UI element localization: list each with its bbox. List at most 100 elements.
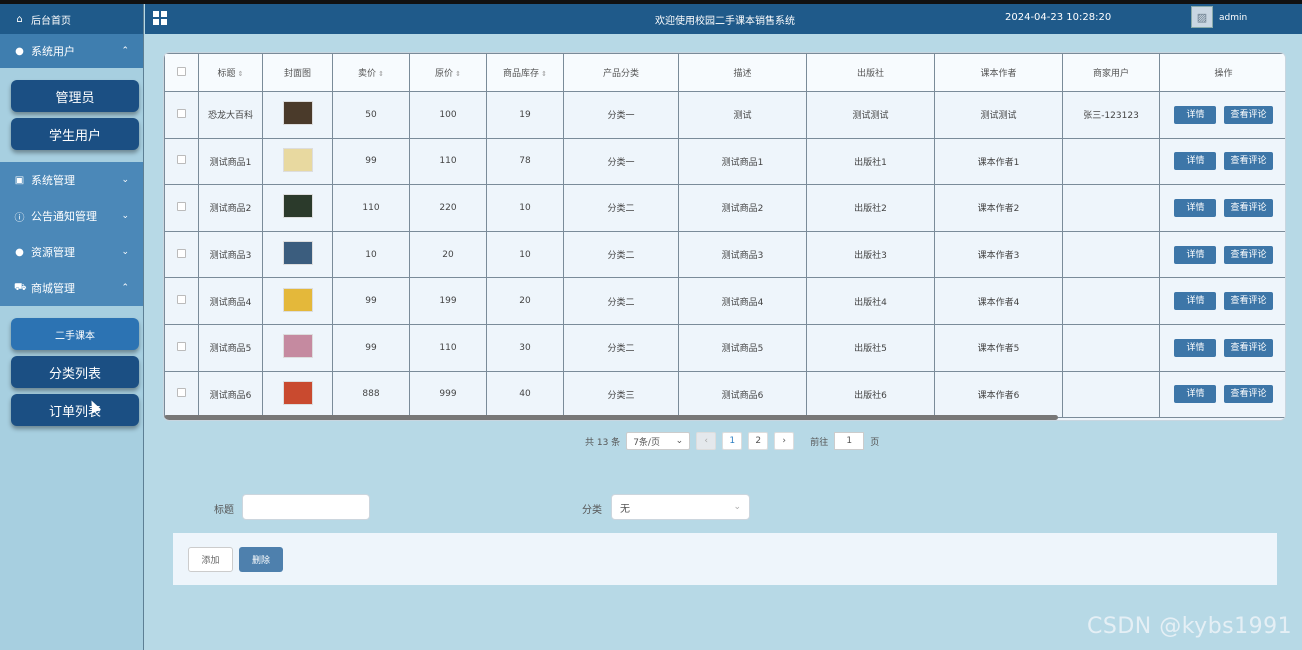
cell-cover [262, 370, 333, 419]
view-comments-button[interactable]: 查看评论 [1224, 385, 1273, 404]
horizontal-scrollbar[interactable] [164, 415, 1058, 420]
detail-button[interactable]: 详情 [1174, 292, 1217, 311]
select-all-checkbox[interactable] [164, 53, 199, 92]
avatar[interactable]: ▨ [1191, 6, 1213, 28]
cell-actions: 详情 查看评论 [1159, 277, 1285, 325]
cell-category: 分类二 [563, 230, 679, 279]
row-checkbox[interactable] [164, 91, 199, 139]
page-size-select[interactable]: 7条/页 ⌄ [626, 432, 691, 450]
top-header: 欢迎使用校园二手课本销售系统 2024-04-23 10:28:20 ▨ adm… [145, 4, 1302, 34]
sidebar-home-label: 后台首页 [31, 15, 71, 27]
table-row: 测试商品4 99 199 20 分类二 测试商品4 出版社4 课本作者4 详情 查看评论 [164, 277, 1285, 325]
cell-title: 测试商品6 [198, 370, 263, 419]
cell-stock: 10 [486, 230, 564, 279]
table-row: 恐龙大百科 50 100 19 分类一 测试 测试测试 测试测试 张三-123123 详情 查看评论 [164, 91, 1285, 139]
column-header-stock[interactable]: 商品库存 ⇕ [486, 53, 564, 92]
cell-actions: 详情 查看评论 [1159, 370, 1285, 419]
data-table: 标题 ⇕ 封面图 卖价 ⇕ 原价 ⇕ 商品库存 ⇕ 产品分类 描述 出版社 课本作者 商… [163, 52, 1286, 421]
row-checkbox[interactable] [164, 137, 199, 186]
sidebar-item-mall[interactable]: ⛟ 商城管理 ⌃ [0, 270, 143, 306]
chevron-down-icon: ⌄ [121, 211, 129, 221]
cell-category: 分类三 [563, 370, 679, 419]
cell-actions: 详情 查看评论 [1159, 91, 1285, 139]
menu-grid-icon[interactable] [153, 11, 167, 25]
pagination: 共 13 条 7条/页 ⌄ ‹ 1 2 › 前往 1 页 [585, 432, 879, 450]
table-row: 测试商品6 888 999 40 分类三 测试商品6 出版社6 课本作者6 详情 查看评论 [164, 370, 1285, 419]
sidebar-group-system-users[interactable]: ● 系统用户 ⌃ [0, 34, 143, 68]
cell-price: 50 [332, 91, 410, 139]
cell-merchant [1062, 184, 1160, 232]
view-comments-button[interactable]: 查看评论 [1224, 245, 1273, 264]
cell-original-price: 220 [409, 184, 487, 232]
cell-description: 测试商品3 [678, 230, 807, 279]
detail-button[interactable]: 详情 [1174, 385, 1217, 404]
row-checkbox[interactable] [164, 184, 199, 232]
sidebar-item-system-management[interactable]: ▣ 系统管理 ⌄ [0, 162, 143, 198]
location-icon: ● [15, 246, 24, 258]
column-header-price[interactable]: 卖价 ⇕ [332, 53, 410, 92]
cell-cover [262, 277, 333, 325]
sort-icon: ⇕ [541, 70, 547, 78]
cell-category: 分类二 [563, 184, 679, 232]
detail-button[interactable]: 详情 [1174, 152, 1217, 171]
cell-title: 测试商品5 [198, 323, 263, 372]
page-2-button[interactable]: 2 [748, 432, 769, 450]
row-checkbox[interactable] [164, 370, 199, 419]
cell-price: 888 [332, 370, 410, 419]
cell-publisher: 出版社5 [806, 323, 935, 372]
cell-stock: 10 [486, 184, 564, 232]
sidebar-submenu-mall: 二手课本 分类列表 订单列表 [0, 306, 143, 438]
cell-merchant [1062, 277, 1160, 325]
cell-actions: 详情 查看评论 [1159, 323, 1285, 372]
row-checkbox[interactable] [164, 230, 199, 279]
column-header-original-price[interactable]: 原价 ⇕ [409, 53, 487, 92]
next-page-button[interactable]: › [774, 432, 795, 450]
sort-icon: ⇕ [378, 70, 384, 78]
cell-stock: 78 [486, 137, 564, 186]
sidebar-submenu-users: 管理员 学生用户 [0, 68, 143, 162]
chevron-up-icon: ⌃ [121, 46, 129, 56]
cover-thumbnail [282, 287, 313, 312]
sidebar-item-resources[interactable]: ● 资源管理 ⌄ [0, 234, 143, 270]
column-header-author: 课本作者 [934, 53, 1063, 92]
row-checkbox[interactable] [164, 323, 199, 372]
prev-page-button[interactable]: ‹ [696, 432, 717, 450]
cell-actions: 详情 查看评论 [1159, 230, 1285, 279]
sidebar-item-orders[interactable]: 订单列表 [11, 394, 139, 426]
cell-category: 分类二 [563, 323, 679, 372]
cell-original-price: 110 [409, 137, 487, 186]
detail-button[interactable]: 详情 [1174, 198, 1217, 217]
image-icon: ▣ [14, 174, 25, 186]
delete-button[interactable]: 删除 [239, 547, 283, 572]
title-search-input[interactable] [242, 494, 370, 520]
add-button[interactable]: 添加 [188, 547, 233, 572]
sidebar-item-admin[interactable]: 管理员 [11, 80, 139, 112]
sidebar-item-label: 系统管理 [31, 174, 75, 187]
datetime: 2024-04-23 10:28:20 [1005, 12, 1112, 23]
detail-button[interactable]: 详情 [1174, 105, 1217, 124]
view-comments-button[interactable]: 查看评论 [1224, 105, 1273, 124]
view-comments-button[interactable]: 查看评论 [1224, 152, 1273, 171]
goto-page-input[interactable]: 1 [834, 432, 865, 450]
sidebar-item-notices[interactable]: ⓘ 公告通知管理 ⌄ [0, 198, 143, 234]
sidebar-item-textbooks[interactable]: 二手课本 [11, 318, 139, 350]
detail-button[interactable]: 详情 [1174, 338, 1217, 357]
view-comments-button[interactable]: 查看评论 [1224, 198, 1273, 217]
sidebar-item-categories[interactable]: 分类列表 [11, 356, 139, 388]
row-checkbox[interactable] [164, 277, 199, 325]
cell-merchant: 张三-123123 [1062, 91, 1160, 139]
column-header-title[interactable]: 标题 ⇕ [198, 53, 263, 92]
sidebar-item-home[interactable]: ⌂ 后台首页 [0, 4, 143, 34]
chevron-down-icon: ⌄ [121, 247, 129, 257]
category-select[interactable]: 无 ⌄ [611, 494, 750, 520]
page-suffix: 页 [870, 437, 880, 448]
username[interactable]: admin [1219, 13, 1247, 23]
view-comments-button[interactable]: 查看评论 [1224, 292, 1273, 311]
column-header-cover: 封面图 [262, 53, 333, 92]
detail-button[interactable]: 详情 [1174, 245, 1217, 264]
view-comments-button[interactable]: 查看评论 [1224, 338, 1273, 357]
cell-author: 课本作者2 [934, 184, 1063, 232]
column-header-category: 产品分类 [563, 53, 679, 92]
sidebar-item-students[interactable]: 学生用户 [11, 118, 139, 150]
page-1-button[interactable]: 1 [722, 432, 743, 450]
